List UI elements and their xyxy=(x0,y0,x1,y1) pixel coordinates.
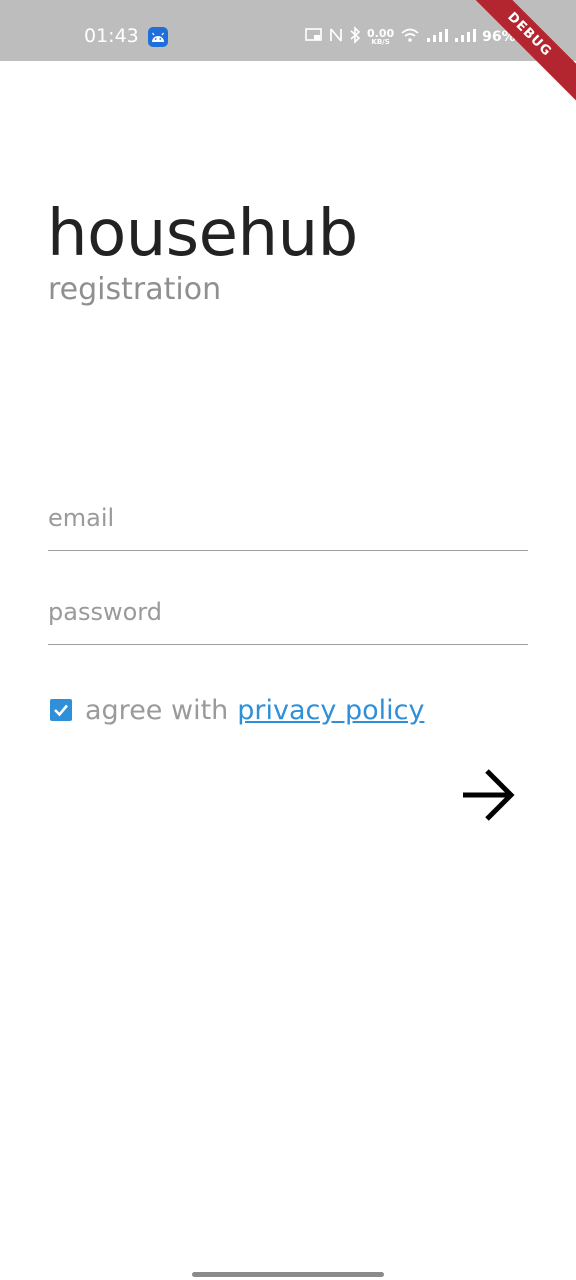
home-indicator[interactable] xyxy=(192,1272,384,1277)
net-speed: 0.00 KB/S xyxy=(367,28,394,46)
password-field-container xyxy=(48,590,528,645)
status-time: 01:43 xyxy=(84,25,139,47)
agree-row: agree with privacy policy xyxy=(50,690,424,730)
nfc-icon xyxy=(329,27,343,47)
next-button[interactable] xyxy=(456,766,518,828)
app-title: househub xyxy=(47,197,358,271)
email-field-container xyxy=(48,496,528,551)
privacy-policy-link[interactable]: privacy policy xyxy=(237,695,424,726)
agree-label: agree with xyxy=(85,694,229,726)
page-subtitle: registration xyxy=(48,272,222,307)
signal-icon xyxy=(454,27,477,47)
android-robot-icon xyxy=(148,27,168,47)
password-field[interactable] xyxy=(48,590,528,634)
net-speed-unit: KB/S xyxy=(371,38,390,46)
signal-icon xyxy=(426,27,449,47)
picture-in-picture-icon xyxy=(305,27,323,47)
bluetooth-icon xyxy=(349,26,361,48)
agree-checkbox[interactable] xyxy=(50,699,72,721)
status-icons: 0.00 KB/S 96% xyxy=(305,26,532,48)
arrow-right-icon xyxy=(459,767,515,827)
wifi-icon xyxy=(400,27,420,47)
email-field[interactable] xyxy=(48,496,528,540)
